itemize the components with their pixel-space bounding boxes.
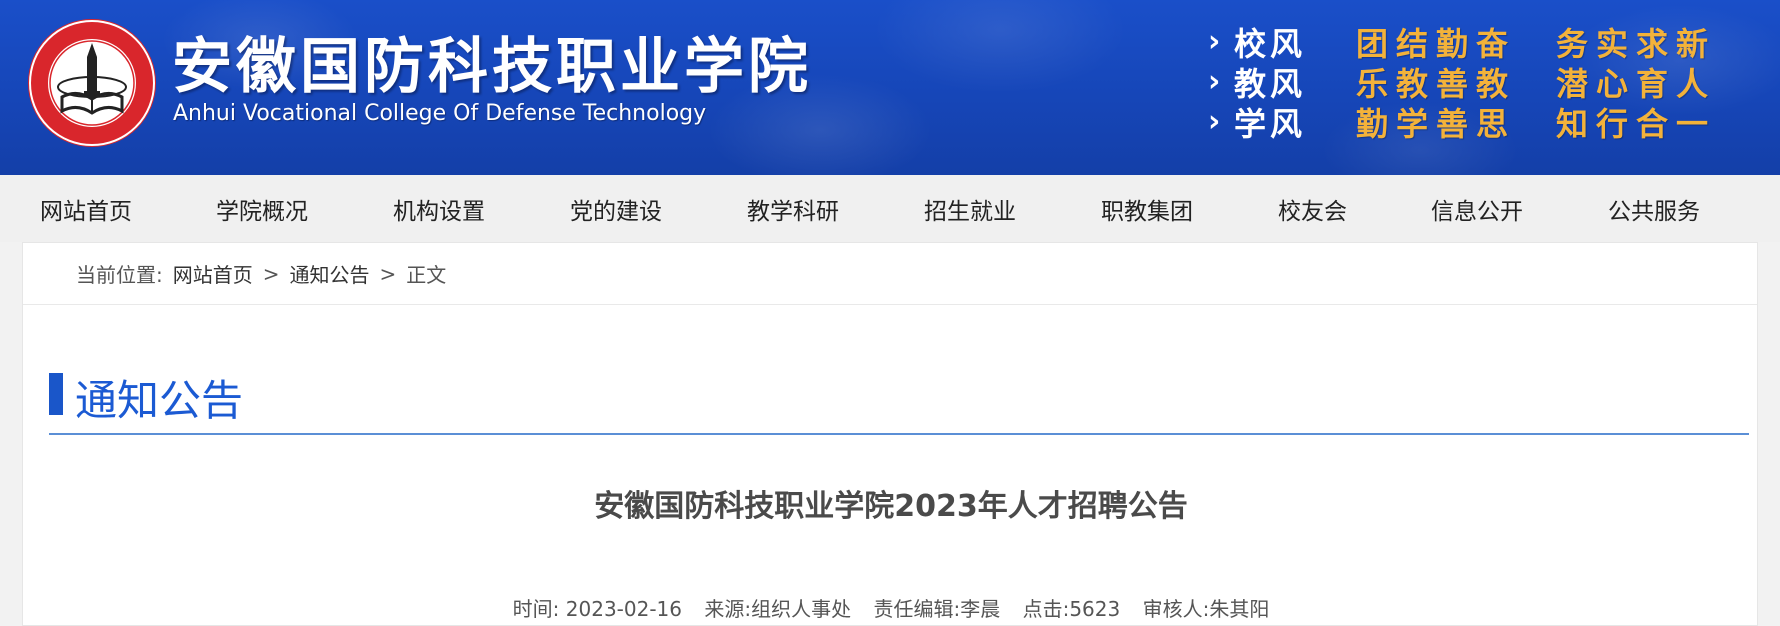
article-time: 时间: 2023-02-16 <box>512 597 682 621</box>
breadcrumb-prefix: 当前位置: <box>76 263 163 287</box>
nav-item-alumni[interactable]: 校友会 <box>1278 192 1431 226</box>
section-marker <box>49 373 63 415</box>
nav-item-info-disclosure[interactable]: 信息公开 <box>1431 192 1608 226</box>
article-source: 来源:组织人事处 <box>704 597 852 621</box>
chevron-right-icon: › <box>1208 24 1221 59</box>
motto-value: 知行合一 <box>1556 105 1717 143</box>
motto-key: 学风 <box>1234 105 1307 143</box>
article-reviewer: 审核人:朱其阳 <box>1142 597 1270 621</box>
section-title: 通知公告 <box>75 376 244 425</box>
article-meta: 时间: 2023-02-16 来源:组织人事处 责任编辑:李晨 点击:5623 … <box>23 593 1759 622</box>
nav-item-public-services[interactable]: 公共服务 <box>1608 192 1700 226</box>
site-header: 安徽国防科技职业学院 Anhui Vocational College Of D… <box>0 0 1780 175</box>
nav-item-teaching-research[interactable]: 教学科研 <box>747 192 924 226</box>
chevron-right-icon: › <box>1208 64 1221 99</box>
section-header: 通知公告 <box>49 367 1749 435</box>
motto-value: 勤学善思 <box>1356 105 1517 143</box>
nav-item-about[interactable]: 学院概况 <box>216 192 393 226</box>
school-name-en: Anhui Vocational College Of Defense Tech… <box>173 101 707 126</box>
nav-item-party-building[interactable]: 党的建设 <box>570 192 747 226</box>
nav-item-vocational-group[interactable]: 职教集团 <box>1101 192 1278 226</box>
motto-row-school-spirit: › 校风 团结勤奋 务实求新 <box>1208 22 1768 63</box>
breadcrumb-separator: > <box>262 261 280 286</box>
motto-row-teaching-spirit: › 教风 乐教善教 潜心育人 <box>1208 62 1768 103</box>
breadcrumb-home-link[interactable]: 网站首页 <box>173 259 253 288</box>
college-logo-icon[interactable] <box>26 17 158 149</box>
article-clicks: 点击:5623 <box>1022 597 1121 621</box>
content-panel: 当前位置: 网站首页 > 通知公告 > 正文 通知公告 安徽国防科技职业学院20… <box>22 242 1758 626</box>
chevron-right-icon: › <box>1208 104 1221 139</box>
breadcrumb-current: 正文 <box>406 263 447 287</box>
school-mottos: › 校风 团结勤奋 务实求新 › 教风 乐教善教 潜心育人 › 学风 勤学善思 … <box>1208 22 1768 143</box>
nav-item-organization[interactable]: 机构设置 <box>393 192 570 226</box>
nav-item-admissions[interactable]: 招生就业 <box>924 192 1101 226</box>
article-title: 安徽国防科技职业学院2023年人才招聘公告 <box>594 489 1188 524</box>
breadcrumb-section-link[interactable]: 通知公告 <box>290 259 370 288</box>
motto-row-study-spirit: › 学风 勤学善思 知行合一 <box>1208 102 1768 143</box>
article-editor: 责任编辑:李晨 <box>873 597 1001 621</box>
main-nav: 网站首页 学院概况 机构设置 党的建设 教学科研 招生就业 职教集团 校友会 信… <box>0 175 1780 242</box>
nav-item-home[interactable]: 网站首页 <box>40 192 216 226</box>
breadcrumb: 当前位置: 网站首页 > 通知公告 > 正文 <box>23 243 1757 305</box>
school-name: 安徽国防科技职业学院 <box>172 32 812 102</box>
breadcrumb-separator: > <box>379 261 397 286</box>
